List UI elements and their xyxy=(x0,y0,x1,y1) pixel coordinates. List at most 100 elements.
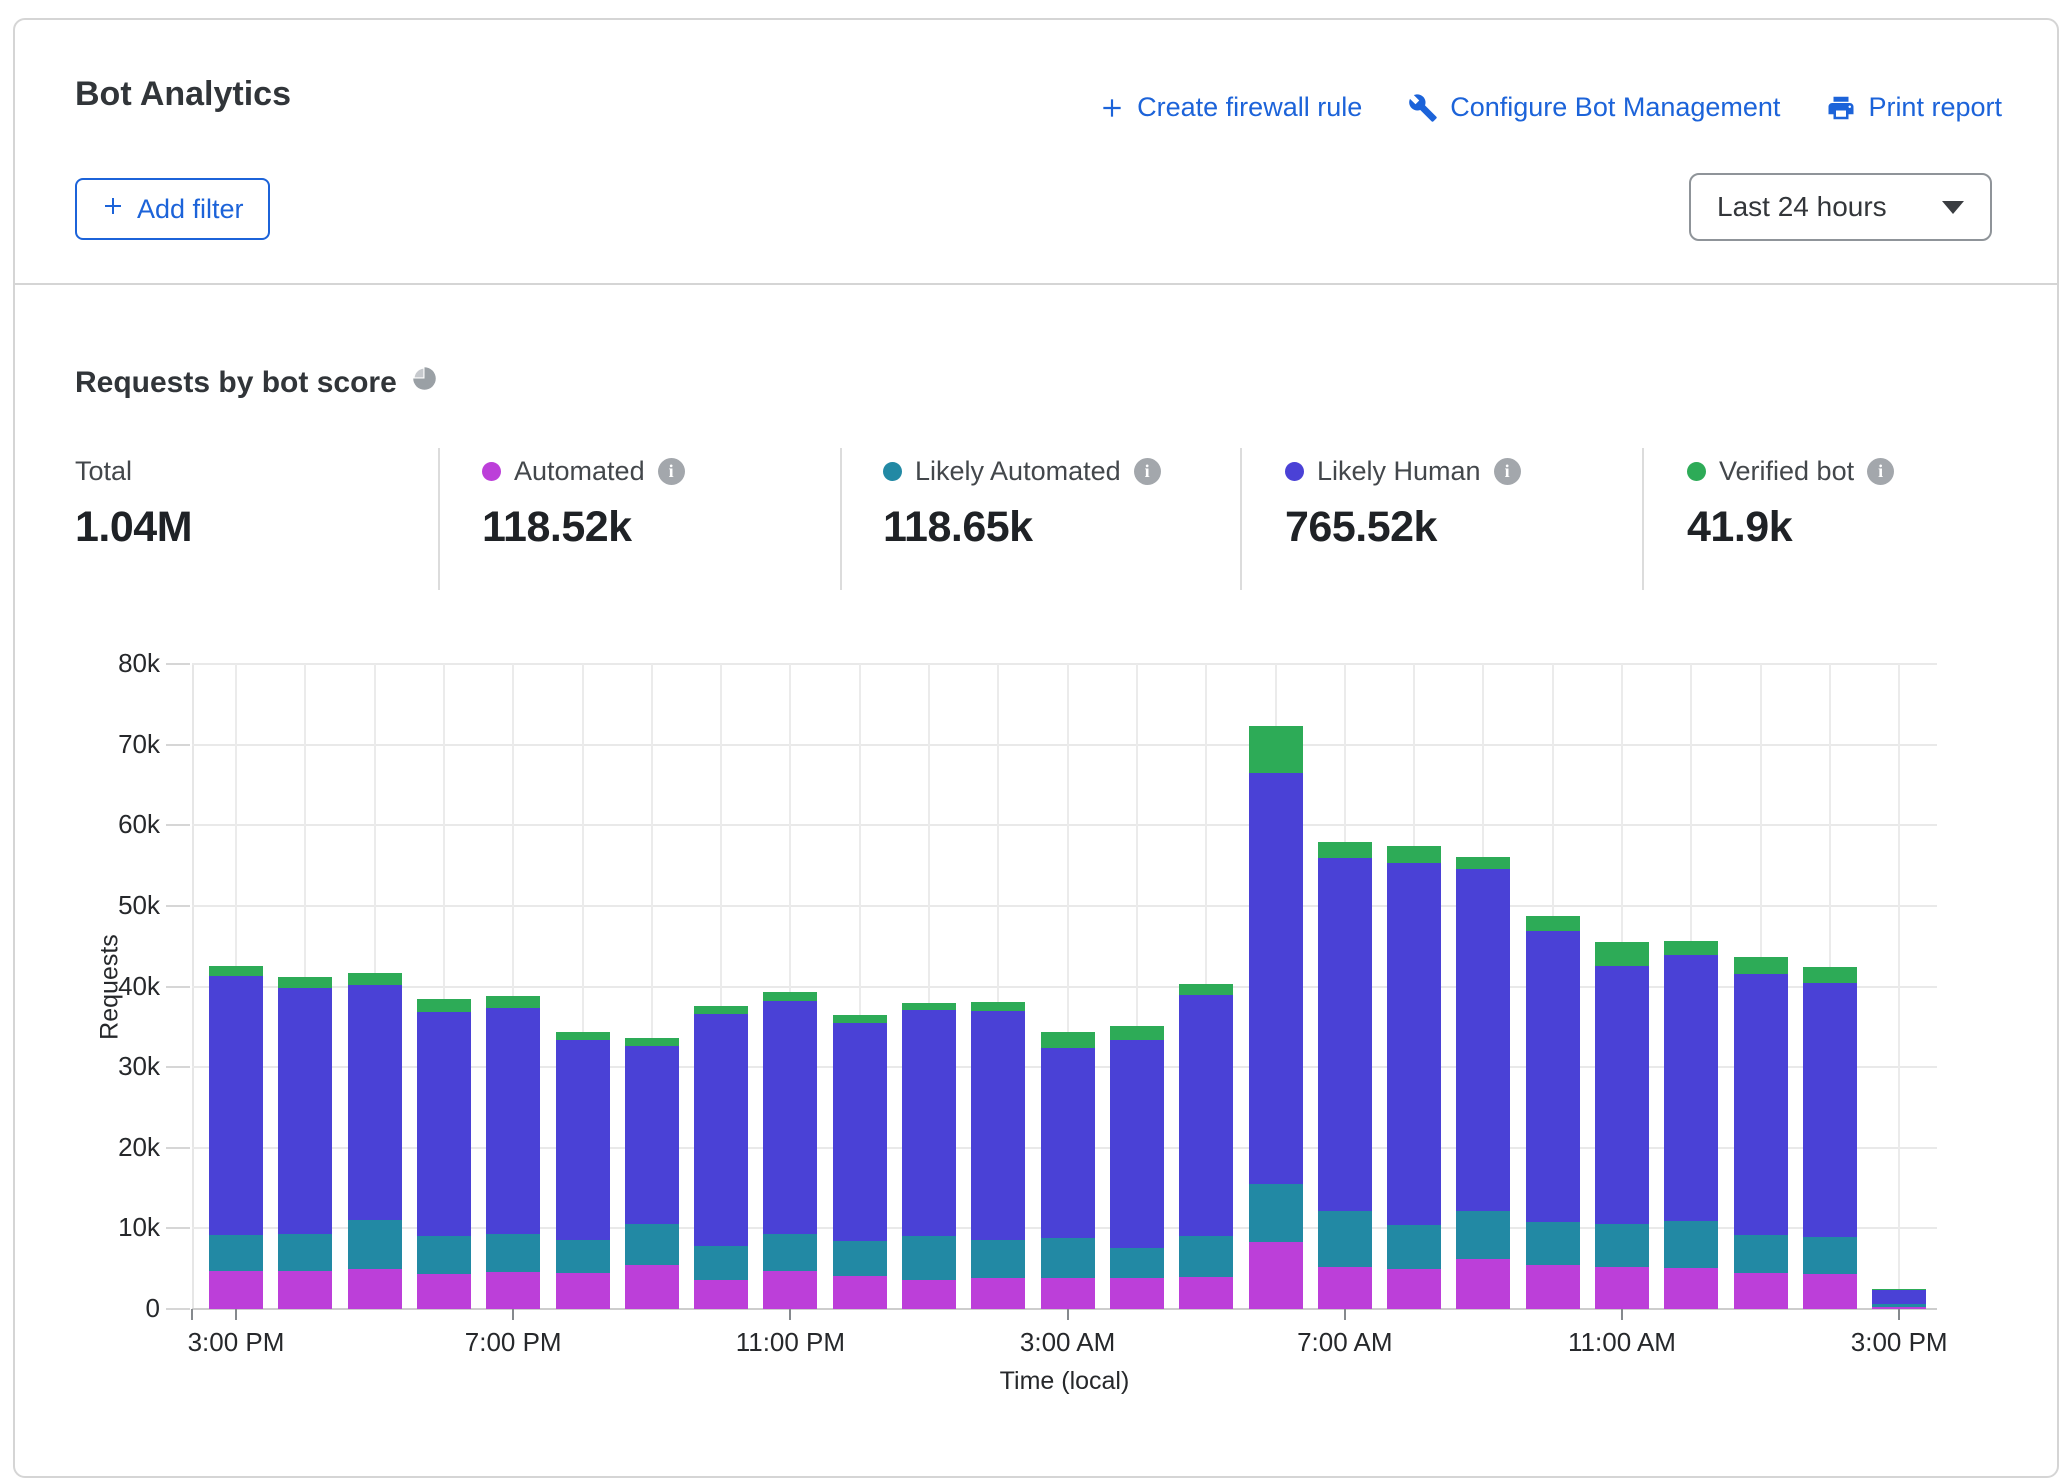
bar-segment-likely-automated xyxy=(1595,1224,1649,1267)
y-tickmark xyxy=(166,1227,190,1229)
stat-divider xyxy=(438,448,440,590)
y-tickmark xyxy=(166,1147,190,1149)
bar-segment-automated xyxy=(1110,1278,1164,1309)
add-filter-button[interactable]: Add filter xyxy=(75,178,270,240)
stat-likely-human-label: Likely Human xyxy=(1317,456,1481,487)
bar-segment-likely-human xyxy=(1110,1040,1164,1248)
configure-bot-management-label: Configure Bot Management xyxy=(1450,92,1780,123)
info-icon[interactable]: i xyxy=(1867,458,1894,485)
stat-verified-bot-value: 41.9k xyxy=(1687,503,1894,552)
automated-legend-dot xyxy=(482,462,501,481)
bar-segment-automated xyxy=(1803,1274,1857,1309)
bar-segment-automated xyxy=(417,1274,471,1309)
print-report-label: Print report xyxy=(1868,92,2002,123)
plus-icon xyxy=(101,194,125,225)
create-firewall-rule-link[interactable]: Create firewall rule xyxy=(1099,92,1362,123)
y-tick-label: 0 xyxy=(70,1293,160,1324)
y-gridline xyxy=(192,663,1937,665)
stat-total: Total 1.04M xyxy=(75,456,192,552)
bar-segment-likely-automated xyxy=(1110,1248,1164,1278)
bar-segment-verified-bot xyxy=(348,973,402,985)
x-tickmark xyxy=(1067,1309,1069,1320)
bar-segment-likely-automated xyxy=(278,1234,332,1271)
y-tick-label: 20k xyxy=(70,1132,160,1163)
bar-segment-automated xyxy=(1249,1242,1303,1309)
bar-segment-likely-human xyxy=(694,1014,748,1246)
info-icon[interactable]: i xyxy=(1494,458,1521,485)
time-range-dropdown[interactable]: Last 24 hours xyxy=(1689,173,1992,241)
bar-segment-automated xyxy=(1318,1267,1372,1309)
x-tick-label: 7:00 AM xyxy=(1235,1327,1455,1358)
bar-segment-likely-human xyxy=(348,985,402,1220)
bar-segment-automated xyxy=(971,1278,1025,1309)
bar-segment-likely-automated xyxy=(763,1234,817,1271)
stat-divider xyxy=(1240,448,1242,590)
info-icon[interactable]: i xyxy=(658,458,685,485)
bar-segment-verified-bot xyxy=(763,992,817,1001)
printer-icon xyxy=(1826,93,1856,123)
bar-segment-verified-bot xyxy=(1041,1032,1095,1047)
x-tickmark xyxy=(235,1309,237,1320)
bar-segment-likely-human xyxy=(1664,955,1718,1221)
y-tick-label: 10k xyxy=(70,1212,160,1243)
y-tickmark xyxy=(166,1066,190,1068)
y-tick-label: 50k xyxy=(70,890,160,921)
bar-segment-automated xyxy=(1734,1273,1788,1309)
bar-segment-likely-automated xyxy=(1041,1238,1095,1278)
likely-human-legend-dot xyxy=(1285,462,1304,481)
bar-segment-automated xyxy=(833,1276,887,1309)
info-icon[interactable]: i xyxy=(1134,458,1161,485)
bar-segment-automated xyxy=(902,1280,956,1309)
bar-segment-likely-human xyxy=(1734,974,1788,1235)
bar-segment-verified-bot xyxy=(1179,984,1233,994)
y-tickmark xyxy=(166,1308,190,1310)
header-actions: Create firewall rule Configure Bot Manag… xyxy=(1099,92,2002,123)
bar-segment-automated xyxy=(1179,1277,1233,1309)
bar-segment-likely-human xyxy=(1803,983,1857,1237)
chevron-down-icon xyxy=(1942,201,1964,214)
x-tickmark xyxy=(1344,1309,1346,1320)
wrench-icon xyxy=(1408,93,1438,123)
stat-automated-label: Automated xyxy=(514,456,645,487)
bar-segment-likely-human xyxy=(1179,995,1233,1237)
bar-segment-automated xyxy=(209,1271,263,1309)
bar-segment-automated xyxy=(1664,1268,1718,1309)
configure-bot-management-link[interactable]: Configure Bot Management xyxy=(1408,92,1780,123)
x-tick-label: 11:00 AM xyxy=(1512,1327,1732,1358)
bar-segment-verified-bot xyxy=(1595,942,1649,966)
bar-segment-automated xyxy=(1387,1269,1441,1309)
time-range-value: Last 24 hours xyxy=(1717,191,1887,223)
page-title: Bot Analytics xyxy=(75,75,291,114)
x-tick-label: 3:00 PM xyxy=(126,1327,346,1358)
stat-automated: Automated i 118.52k xyxy=(482,456,685,552)
pie-chart-icon xyxy=(411,365,438,400)
bar-segment-likely-human xyxy=(1041,1048,1095,1238)
bar-segment-likely-automated xyxy=(1872,1304,1926,1306)
section-title: Requests by bot score xyxy=(75,365,438,400)
x-tick-label: 11:00 PM xyxy=(680,1327,900,1358)
bar-segment-likely-human xyxy=(209,976,263,1235)
y-tick-label: 70k xyxy=(70,729,160,760)
y-tick-label: 30k xyxy=(70,1051,160,1082)
bar-segment-automated xyxy=(1041,1278,1095,1309)
plus-icon xyxy=(1099,95,1125,121)
bar-segment-verified-bot xyxy=(1664,941,1718,956)
bar-segment-likely-automated xyxy=(1734,1235,1788,1273)
bar-segment-likely-human xyxy=(1456,869,1510,1212)
bar-segment-likely-human xyxy=(1249,773,1303,1184)
x-tickmark xyxy=(512,1309,514,1320)
stat-verified-bot: Verified bot i 41.9k xyxy=(1687,456,1894,552)
bar-segment-verified-bot xyxy=(971,1002,1025,1011)
bar-segment-likely-human xyxy=(486,1008,540,1234)
bar-segment-verified-bot xyxy=(1318,842,1372,857)
bar-segment-verified-bot xyxy=(1872,1289,1926,1290)
y-tick-label: 40k xyxy=(70,971,160,1002)
bar-segment-verified-bot xyxy=(694,1006,748,1014)
x-tickmark xyxy=(1621,1309,1623,1320)
bar-segment-likely-human xyxy=(1318,858,1372,1212)
bar-segment-verified-bot xyxy=(1110,1026,1164,1040)
bar-segment-likely-human xyxy=(1526,931,1580,1222)
y-tickmark xyxy=(166,824,190,826)
bar-segment-verified-bot xyxy=(1803,967,1857,983)
print-report-link[interactable]: Print report xyxy=(1826,92,2002,123)
